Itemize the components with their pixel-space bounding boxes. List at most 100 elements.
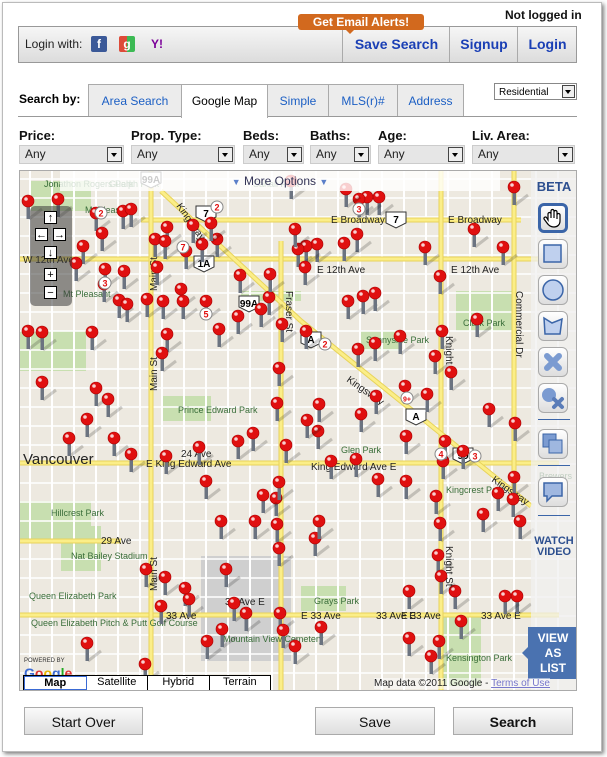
beds-value: Any — [249, 147, 270, 161]
map-pin-icon — [21, 194, 35, 208]
map-type-control: Map Satellite Hybrid Terrain — [23, 675, 271, 690]
zoom-out-button[interactable]: − — [44, 286, 57, 299]
pin-highlight — [357, 410, 361, 414]
tab-area-search[interactable]: Area Search — [88, 84, 182, 116]
search-button[interactable]: Search — [453, 707, 573, 735]
zoom-in-button[interactable]: + — [44, 268, 57, 281]
beds-select[interactable]: Any — [243, 145, 304, 164]
rectangle-icon[interactable] — [538, 239, 568, 269]
pin-highlight — [120, 267, 124, 271]
cluster-badge-count: 3 — [356, 205, 361, 215]
map-type-hybrid[interactable]: Hybrid — [148, 676, 210, 690]
facebook-icon[interactable]: f — [91, 36, 107, 52]
pin-shadow — [102, 239, 117, 253]
yahoo-icon[interactable]: Y! — [147, 36, 167, 52]
prop-type-select[interactable]: Any — [131, 145, 235, 164]
place-label: Glen Park — [341, 445, 382, 455]
chevron-down-icon — [562, 85, 575, 98]
pin-shadow — [87, 649, 102, 663]
pin-highlight — [401, 382, 405, 386]
pin-highlight — [265, 293, 269, 297]
map-attribution: Map data ©2011 Google - Terms of Use — [374, 678, 550, 689]
watch-video-link[interactable]: WATCH VIDEO — [531, 536, 576, 558]
pin-highlight — [110, 434, 114, 438]
map-view[interactable]: E BroadwayE BroadwayW 12th AveE 12th Ave… — [19, 170, 577, 691]
map-pin-icon — [354, 407, 368, 421]
pin-shadow — [92, 338, 107, 352]
google-icon[interactable]: g — [119, 36, 135, 52]
map-type-satellite[interactable]: Satellite — [87, 676, 148, 690]
pin-highlight — [432, 492, 436, 496]
pin-highlight — [179, 297, 183, 301]
liv-area-value: Any — [478, 147, 499, 161]
polygon-icon[interactable] — [538, 311, 568, 341]
street-label: E 33 Ave — [401, 611, 441, 622]
tab-address[interactable]: Address — [397, 84, 464, 116]
triangle-down-icon: ▼ — [319, 177, 329, 187]
age-select[interactable]: Any — [378, 145, 465, 164]
tab-simple[interactable]: Simple — [267, 84, 329, 116]
more-options-toggle[interactable]: ▼ More Options ▼ — [60, 171, 500, 191]
map-pin-icon — [510, 589, 524, 603]
tab-mls[interactable]: MLS(r)# — [328, 84, 398, 116]
pin-highlight — [396, 332, 400, 336]
save-search-button[interactable]: Save Search — [342, 27, 450, 62]
cluster-badge-count: 5 — [203, 310, 208, 320]
pin-highlight — [101, 265, 105, 269]
category-select[interactable]: Residential — [494, 83, 577, 100]
toolbar-divider — [538, 515, 570, 516]
pin-highlight — [115, 296, 119, 300]
pin-highlight — [242, 609, 246, 613]
map-pin-icon — [288, 639, 302, 653]
email-alerts-badge[interactable]: Get Email Alerts! — [298, 14, 424, 34]
delete-icon[interactable] — [538, 347, 568, 377]
terms-of-use-link[interactable]: Terms of Use — [491, 678, 550, 689]
view-as-list-button[interactable]: VIEW AS LIST — [522, 627, 576, 679]
pan-down-button[interactable]: ↓ — [44, 246, 57, 259]
pin-highlight — [218, 625, 222, 629]
overlap-icon[interactable] — [538, 429, 568, 459]
pan-right-button[interactable]: → — [53, 228, 66, 241]
price-select[interactable]: Any — [19, 145, 124, 164]
liv-area-select[interactable]: Any — [472, 145, 575, 164]
pan-up-button[interactable]: ↑ — [44, 211, 57, 224]
map-pin-icon — [444, 365, 458, 379]
pin-shadow — [305, 273, 320, 287]
pin-highlight — [251, 517, 255, 521]
hand-icon[interactable] — [538, 203, 568, 233]
signup-button[interactable]: Signup — [449, 27, 518, 62]
delete-shape-icon[interactable] — [538, 383, 568, 413]
map-pin-icon — [215, 622, 229, 636]
map-pin-icon — [156, 294, 170, 308]
map-type-map[interactable]: Map — [24, 676, 87, 690]
map-pin-icon — [312, 514, 326, 528]
map-pin-icon — [35, 325, 49, 339]
baths-select[interactable]: Any — [310, 145, 371, 164]
place-label: Clark Park — [463, 318, 506, 328]
map-pin-icon — [270, 396, 284, 410]
pin-highlight — [272, 494, 276, 498]
map-pin-icon — [420, 387, 434, 401]
map-pin-icon — [231, 309, 245, 323]
map-pin-icon — [272, 541, 286, 555]
start-over-button[interactable]: Start Over — [24, 707, 143, 735]
tab-google-map[interactable]: Google Map — [181, 84, 268, 118]
login-button[interactable]: Login — [517, 27, 577, 62]
map-pin-icon — [160, 220, 174, 234]
comment-icon[interactable] — [538, 477, 568, 507]
map-pin-icon — [476, 507, 490, 521]
save-button[interactable]: Save — [315, 707, 435, 735]
pin-highlight — [249, 429, 253, 433]
circle-icon[interactable] — [538, 275, 568, 305]
pin-highlight — [427, 652, 431, 656]
pin-highlight — [185, 595, 189, 599]
pin-highlight — [119, 207, 123, 211]
map-type-terrain[interactable]: Terrain — [210, 676, 271, 690]
map-pin-icon — [98, 262, 112, 276]
pin-highlight — [234, 312, 238, 316]
map-canvas[interactable]: E BroadwayE BroadwayW 12th AveE 12th Ave… — [20, 171, 577, 691]
map-pin-icon — [506, 492, 520, 506]
pan-left-button[interactable]: ← — [35, 228, 48, 241]
pin-highlight — [431, 352, 435, 356]
map-pin-icon — [273, 606, 287, 620]
